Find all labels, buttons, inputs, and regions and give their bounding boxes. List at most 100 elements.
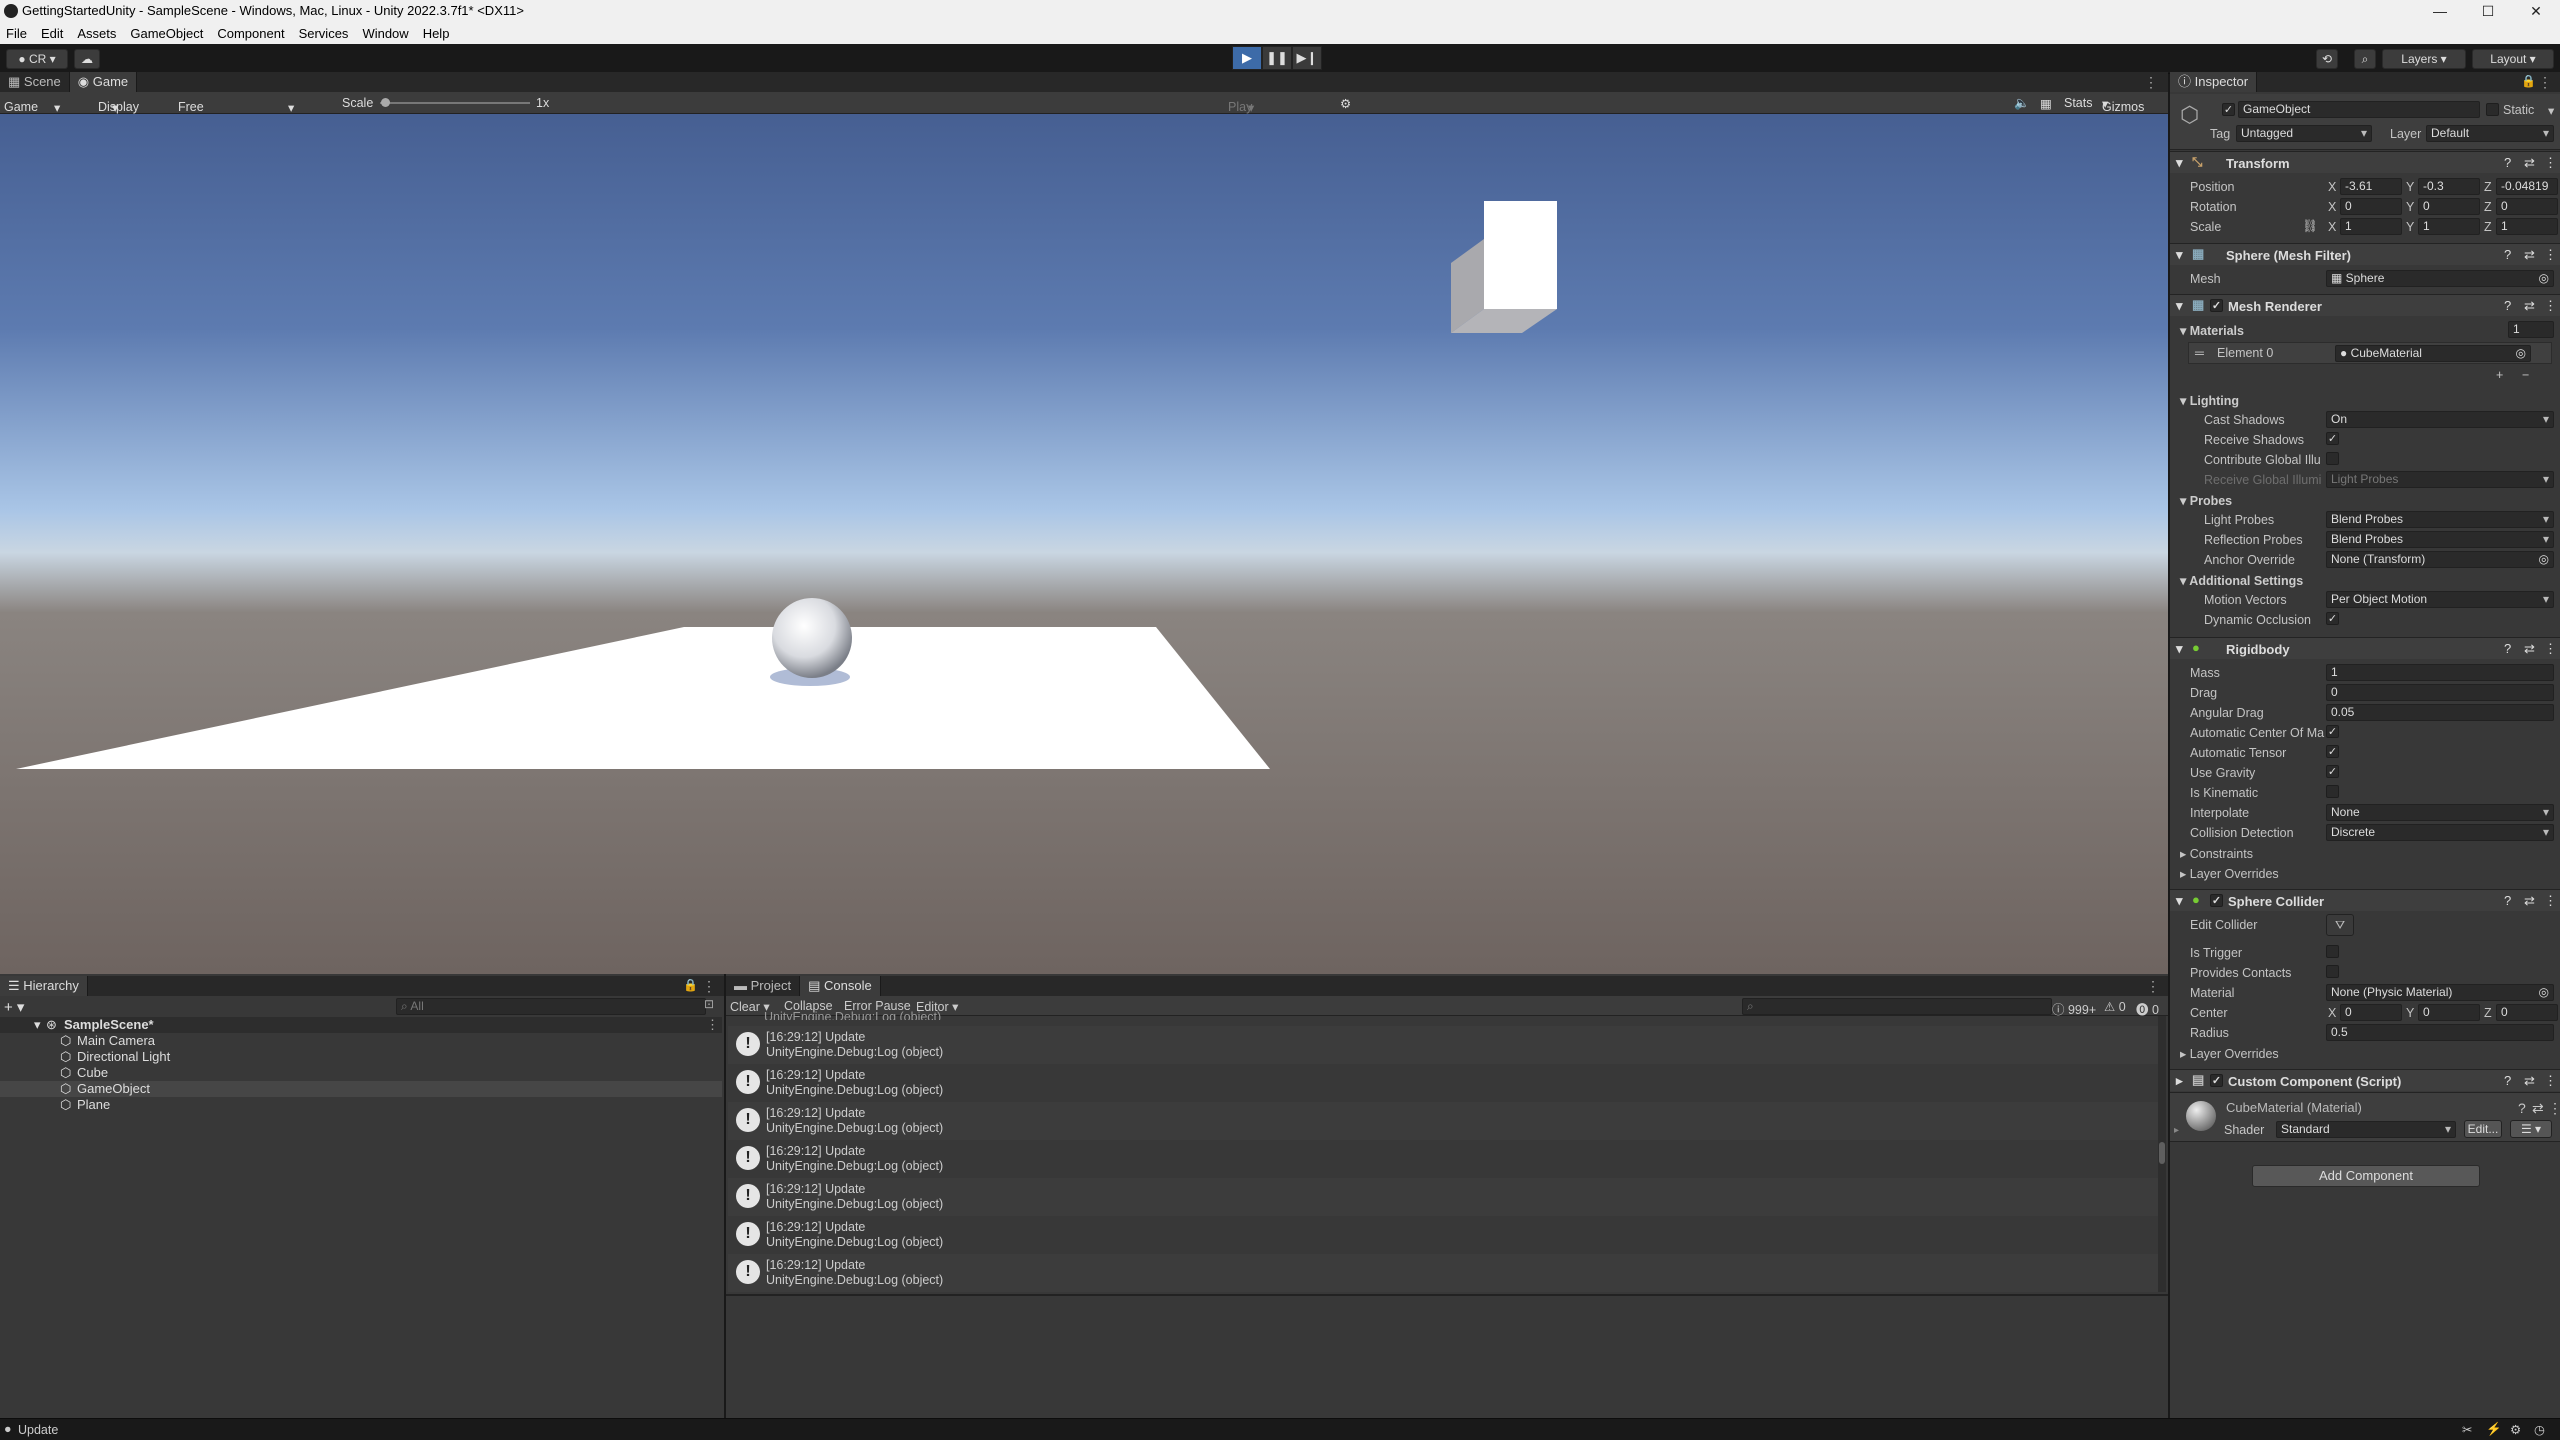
menu-gameobject[interactable]: GameObject (130, 26, 203, 41)
hierarchy-more-icon[interactable]: ⋮ (702, 978, 716, 995)
shader-dropdown[interactable]: Standard (2276, 1121, 2456, 1138)
object-active-checkbox[interactable]: ✓ (2222, 103, 2235, 116)
maximize-button[interactable]: ☐ (2464, 0, 2512, 22)
layer-dropdown[interactable]: Default (2426, 125, 2554, 142)
position-x-field[interactable]: -3.61 (2340, 178, 2402, 195)
fold-arrow-icon[interactable]: ▾ (2176, 641, 2183, 657)
menu-help[interactable]: Help (423, 26, 450, 41)
preset-icon[interactable]: ⇄ (2524, 893, 2535, 909)
fold-arrow-icon[interactable]: ▸ (2174, 1125, 2179, 1136)
tab-inspector[interactable]: ⓘ Inspector (2170, 72, 2258, 92)
menu-file[interactable]: File (6, 26, 27, 41)
status-message[interactable]: Update (18, 1423, 58, 1437)
help-icon[interactable]: ? (2518, 1100, 2526, 1116)
materials-count-field[interactable]: 1 (2508, 321, 2554, 338)
auto-tensor-checkbox[interactable]: ✓ (2326, 745, 2339, 758)
preset-icon[interactable]: ⇄ (2524, 298, 2535, 314)
mesh-renderer-header[interactable]: ▾ ▦ ✓ Mesh Renderer ? ⇄ ⋮ (2170, 294, 2560, 316)
add-component-button[interactable]: Add Component (2252, 1165, 2480, 1187)
dynamic-occlusion-checkbox[interactable]: ✓ (2326, 612, 2339, 625)
rotation-x-field[interactable]: 0 (2340, 198, 2402, 215)
lock-icon[interactable]: 🔒 (683, 978, 698, 992)
is-trigger-checkbox[interactable] (2326, 945, 2339, 958)
scale-slider[interactable] (380, 102, 530, 104)
radius-field[interactable]: 0.5 (2326, 1024, 2554, 1041)
use-gravity-checkbox[interactable]: ✓ (2326, 765, 2339, 778)
tab-console[interactable]: ▤ Console (800, 976, 881, 996)
static-checkbox[interactable] (2486, 103, 2499, 116)
component-more-icon[interactable]: ⋮ (2544, 247, 2557, 263)
help-icon[interactable]: ? (2504, 1073, 2511, 1088)
preset-icon[interactable]: ⇄ (2524, 641, 2535, 657)
hierarchy-item[interactable]: ⬡ Main Camera (0, 1033, 722, 1049)
log-count-toggle[interactable]: ⓘ 999+ (2052, 999, 2096, 1018)
help-icon[interactable]: ? (2504, 298, 2511, 313)
scale-x-field[interactable]: 1 (2340, 218, 2402, 235)
object-picker-icon[interactable]: ◎ (2539, 552, 2549, 567)
position-y-field[interactable]: -0.3 (2418, 178, 2480, 195)
game-viewport[interactable] (0, 114, 2168, 974)
play-button[interactable]: ▶ (1232, 46, 1262, 70)
interpolate-dropdown[interactable]: None (2326, 804, 2554, 821)
reflection-probes-dropdown[interactable]: Blend Probes (2326, 531, 2554, 548)
mesh-filter-header[interactable]: ▾ ▦ Sphere (Mesh Filter) ? ⇄ ⋮ (2170, 243, 2560, 265)
history-icon[interactable]: ⟲ (2316, 49, 2338, 69)
stats-button[interactable]: Stats (2064, 96, 2093, 110)
fold-arrow-icon[interactable]: ▾ (2176, 155, 2183, 171)
transform-header[interactable]: ▾ ⤡ Transform ? ⇄ ⋮ (2170, 151, 2560, 173)
component-more-icon[interactable]: ⋮ (2544, 298, 2557, 314)
hierarchy-search-input[interactable]: ⌕ All (396, 998, 706, 1015)
console-entry[interactable]: ! [16:29:12] Update UnityEngine.Debug:Log … (728, 1140, 2160, 1178)
center-z-field[interactable]: 0 (2496, 1004, 2558, 1021)
network-icon[interactable]: ⚡ (2486, 1422, 2502, 1437)
material-field[interactable]: ● CubeMaterial ◎ (2335, 345, 2531, 362)
cast-shadows-dropdown[interactable]: On (2326, 411, 2554, 428)
position-z-field[interactable]: -0.04819 (2496, 178, 2558, 195)
layout-dropdown[interactable]: Layout ▾ (2472, 49, 2554, 69)
scale-slider-thumb[interactable] (381, 98, 390, 107)
preset-icon[interactable]: ⇄ (2524, 247, 2535, 263)
mesh-renderer-enabled-checkbox[interactable]: ✓ (2210, 299, 2223, 312)
help-icon[interactable]: ? (2504, 155, 2511, 170)
object-picker-icon[interactable]: ◎ (2539, 985, 2549, 1000)
scale-z-field[interactable]: 1 (2496, 218, 2558, 235)
help-icon[interactable]: ? (2504, 641, 2511, 656)
mass-field[interactable]: 1 (2326, 664, 2554, 681)
light-probes-dropdown[interactable]: Blend Probes (2326, 511, 2554, 528)
object-picker-icon[interactable]: ◎ (2516, 346, 2526, 361)
material-more-icon[interactable]: ⋮ (2548, 1100, 2560, 1117)
tools-icon[interactable]: ✂ (2462, 1422, 2472, 1437)
fold-arrow-icon[interactable]: ▾ (2176, 247, 2183, 263)
help-icon[interactable]: ? (2504, 247, 2511, 262)
account-button[interactable]: ● CR ▾ (6, 49, 68, 69)
fold-arrow-icon[interactable]: ▾ (2176, 893, 2183, 909)
expand-arrow-icon[interactable]: ▾ (34, 1017, 41, 1033)
remove-element-button[interactable]: − (2522, 368, 2529, 382)
hierarchy-add-button[interactable]: + ▾ (4, 998, 34, 1016)
collab-icon[interactable]: ⚙ (2510, 1422, 2521, 1437)
hierarchy-item[interactable]: ⬡ Plane (0, 1097, 722, 1113)
component-more-icon[interactable]: ⋮ (2544, 893, 2557, 909)
motion-vectors-dropdown[interactable]: Per Object Motion (2326, 591, 2554, 608)
anchor-override-field[interactable]: None (Transform) ◎ (2326, 551, 2554, 568)
more-icon[interactable]: ⋮ (2144, 74, 2158, 91)
help-icon[interactable]: ? (2504, 893, 2511, 908)
drag-field[interactable]: 0 (2326, 684, 2554, 701)
gear-icon[interactable]: ⚙ (1340, 96, 1351, 111)
console-scrollbar-thumb[interactable] (2159, 1142, 2165, 1164)
probes-foldout[interactable]: ▾ Probes (2180, 493, 2232, 508)
angular-drag-field[interactable]: 0.05 (2326, 704, 2554, 721)
object-name-input[interactable]: GameObject (2238, 101, 2480, 118)
search-icon[interactable]: ⌕ (2354, 49, 2376, 69)
collider-material-field[interactable]: None (Physic Material) ◎ (2326, 984, 2554, 1001)
hierarchy-item[interactable]: ⬡ Cube (0, 1065, 722, 1081)
add-element-button[interactable]: + (2496, 368, 2503, 382)
drag-handle-icon[interactable]: ═ (2195, 346, 2204, 360)
hierarchy-item-selected[interactable]: ⬡ GameObject (0, 1081, 722, 1097)
console-entry[interactable]: ! [16:29:12] Update UnityEngine.Debug:Log … (728, 1216, 2160, 1254)
fold-arrow-icon[interactable]: ▸ (2176, 1073, 2183, 1089)
scene-more-icon[interactable]: ⋮ (706, 1017, 719, 1033)
preset-icon[interactable]: ⇄ (2532, 1100, 2544, 1117)
rigidbody-header[interactable]: ▾ ● Rigidbody ? ⇄ ⋮ (2170, 637, 2560, 659)
tab-project[interactable]: ▬ Project (726, 976, 801, 996)
